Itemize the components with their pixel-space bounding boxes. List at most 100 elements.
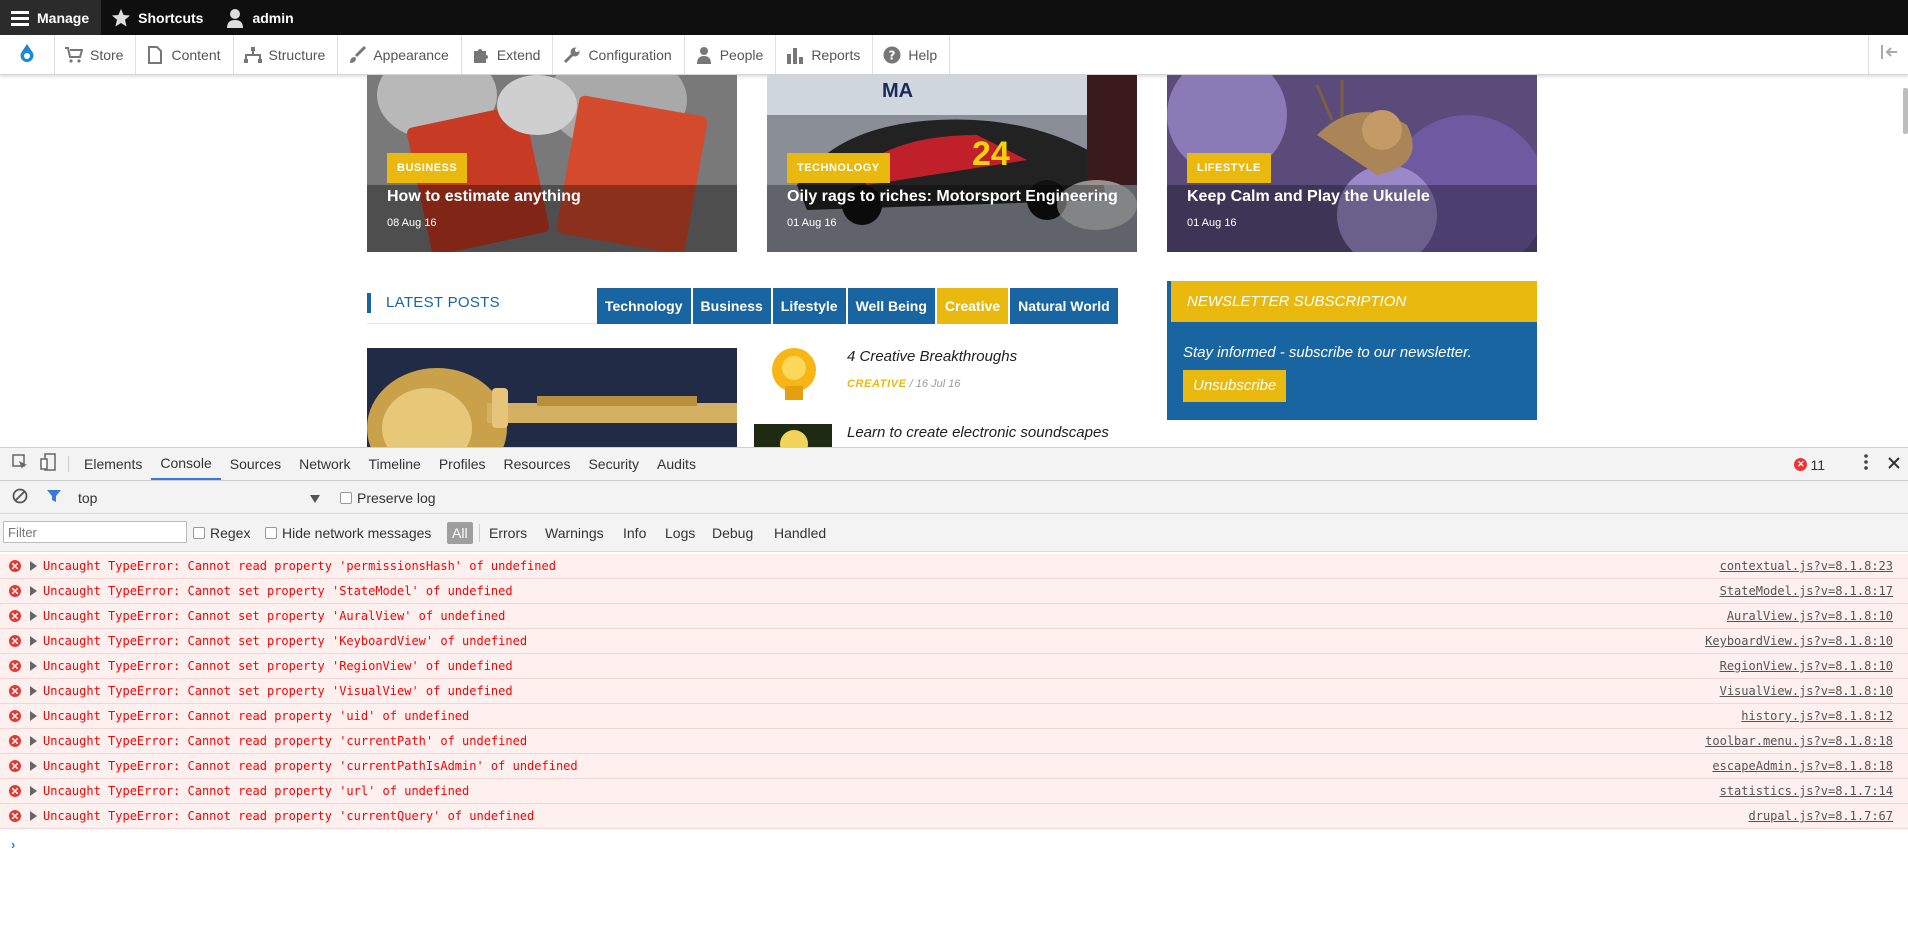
- level-info[interactable]: Info: [618, 522, 651, 544]
- manage-button[interactable]: Manage: [0, 0, 102, 35]
- error-source-link[interactable]: VisualView.js?v=8.1.8:10: [1720, 684, 1893, 698]
- post-title[interactable]: 4 Creative Breakthroughs: [847, 348, 1017, 365]
- drupal-home-button[interactable]: [0, 35, 55, 74]
- filter-input[interactable]: [3, 521, 187, 543]
- post-title[interactable]: Learn to create electronic soundscapes: [847, 424, 1109, 441]
- console-error-row[interactable]: Uncaught TypeError: Cannot read property…: [0, 554, 1908, 579]
- tab-creative[interactable]: Creative: [936, 288, 1009, 324]
- error-source-link[interactable]: StateModel.js?v=8.1.8:17: [1720, 584, 1893, 598]
- user-button[interactable]: admin: [215, 0, 305, 35]
- tray-item-people[interactable]: People: [685, 35, 777, 74]
- tab-audits[interactable]: Audits: [648, 448, 705, 480]
- console-error-row[interactable]: Uncaught TypeError: Cannot set property …: [0, 604, 1908, 629]
- post-thumbnail[interactable]: [754, 424, 832, 447]
- tab-profiles[interactable]: Profiles: [430, 448, 495, 480]
- card-badge[interactable]: TECHNOLOGY: [787, 153, 890, 183]
- console-error-row[interactable]: Uncaught TypeError: Cannot set property …: [0, 629, 1908, 654]
- list-item[interactable]: 4 Creative Breakthroughs CREATIVE / 16 J…: [754, 348, 1154, 408]
- error-source-link[interactable]: KeyboardView.js?v=8.1.8:10: [1705, 634, 1893, 648]
- list-item[interactable]: Learn to create electronic soundscapes: [754, 424, 1154, 447]
- error-source-link[interactable]: history.js?v=8.1.8:12: [1741, 709, 1893, 723]
- console-error-row[interactable]: Uncaught TypeError: Cannot read property…: [0, 754, 1908, 779]
- tray-item-store[interactable]: Store: [55, 35, 137, 74]
- device-mode-button[interactable]: [34, 448, 62, 480]
- console-error-row[interactable]: Uncaught TypeError: Cannot read property…: [0, 729, 1908, 754]
- error-source-link[interactable]: contextual.js?v=8.1.8:23: [1720, 559, 1893, 573]
- level-handled[interactable]: Handled: [769, 522, 831, 544]
- checkbox[interactable]: [265, 527, 277, 539]
- tab-security[interactable]: Security: [579, 448, 648, 480]
- level-debug[interactable]: Debug: [707, 522, 758, 544]
- console-error-row[interactable]: Uncaught TypeError: Cannot read property…: [0, 779, 1908, 804]
- card-lifestyle[interactable]: LIFESTYLE Keep Calm and Play the Ukulele…: [1167, 75, 1537, 252]
- page-scrollbar-thumb[interactable]: [1903, 88, 1908, 134]
- card-badge[interactable]: BUSINESS: [387, 153, 468, 183]
- expand-triangle-icon[interactable]: [30, 786, 37, 796]
- checkbox[interactable]: [193, 527, 205, 539]
- regex-checkbox[interactable]: Regex: [193, 514, 250, 552]
- error-source-link[interactable]: toolbar.menu.js?v=8.1.8:18: [1705, 734, 1893, 748]
- error-counter[interactable]: ✕ 11: [1794, 457, 1825, 473]
- error-source-link[interactable]: escapeAdmin.js?v=8.1.8:18: [1712, 759, 1893, 773]
- tab-natural-world[interactable]: Natural World: [1010, 288, 1118, 324]
- expand-triangle-icon[interactable]: [30, 761, 37, 771]
- tray-item-help[interactable]: ? Help: [873, 35, 951, 74]
- tray-item-extend[interactable]: Extend: [462, 35, 554, 74]
- tab-network[interactable]: Network: [290, 448, 359, 480]
- card-badge[interactable]: LIFESTYLE: [1187, 153, 1271, 183]
- tray-item-configuration[interactable]: Configuration: [553, 35, 685, 74]
- inspect-element-button[interactable]: [6, 448, 34, 480]
- tab-business[interactable]: Business: [692, 288, 771, 324]
- error-source-link[interactable]: AuralView.js?v=8.1.8:10: [1727, 609, 1893, 623]
- tab-well-being[interactable]: Well Being: [847, 288, 935, 324]
- tab-technology[interactable]: Technology: [597, 288, 691, 324]
- card-business[interactable]: BUSINESS How to estimate anything 08 Aug…: [367, 75, 737, 252]
- expand-triangle-icon[interactable]: [30, 636, 37, 646]
- clear-console-button[interactable]: [12, 481, 28, 514]
- tray-orientation-toggle[interactable]: [1868, 35, 1908, 74]
- console-prompt-row[interactable]: ›: [0, 829, 1908, 869]
- error-source-link[interactable]: statistics.js?v=8.1.7:14: [1720, 784, 1893, 798]
- tab-sources[interactable]: Sources: [221, 448, 290, 480]
- expand-triangle-icon[interactable]: [30, 686, 37, 696]
- level-all[interactable]: All: [447, 522, 473, 544]
- more-menu-button[interactable]: [1852, 454, 1880, 475]
- tray-item-content[interactable]: Content: [136, 35, 234, 74]
- expand-triangle-icon[interactable]: [30, 611, 37, 621]
- unsubscribe-button[interactable]: Unsubscribe: [1183, 370, 1287, 402]
- hide-network-checkbox[interactable]: Hide network messages: [265, 514, 431, 552]
- tab-lifestyle[interactable]: Lifestyle: [772, 288, 846, 324]
- console-prompt[interactable]: ›: [11, 837, 15, 852]
- expand-triangle-icon[interactable]: [30, 586, 37, 596]
- expand-triangle-icon[interactable]: [30, 661, 37, 671]
- tray-item-appearance[interactable]: Appearance: [338, 35, 462, 74]
- expand-triangle-icon[interactable]: [30, 736, 37, 746]
- error-source-link[interactable]: drupal.js?v=8.1.7:67: [1749, 809, 1894, 823]
- level-errors[interactable]: Errors: [484, 522, 532, 544]
- console-error-row[interactable]: Uncaught TypeError: Cannot read property…: [0, 704, 1908, 729]
- tray-item-reports[interactable]: Reports: [776, 35, 874, 74]
- expand-triangle-icon[interactable]: [30, 561, 37, 571]
- console-error-row[interactable]: Uncaught TypeError: Cannot set property …: [0, 679, 1908, 704]
- level-logs[interactable]: Logs: [660, 522, 700, 544]
- checkbox[interactable]: [340, 491, 352, 504]
- card-title[interactable]: Keep Calm and Play the Ukulele: [1187, 188, 1430, 206]
- featured-post-image[interactable]: [367, 348, 737, 447]
- level-warnings[interactable]: Warnings: [540, 522, 609, 544]
- console-error-row[interactable]: Uncaught TypeError: Cannot set property …: [0, 579, 1908, 604]
- console-error-row[interactable]: Uncaught TypeError: Cannot read property…: [0, 804, 1908, 829]
- card-title[interactable]: Oily rags to riches: Motorsport Engineer…: [787, 188, 1118, 206]
- post-thumbnail[interactable]: [754, 348, 834, 404]
- error-source-link[interactable]: RegionView.js?v=8.1.8:10: [1720, 659, 1893, 673]
- expand-triangle-icon[interactable]: [30, 711, 37, 721]
- close-devtools-button[interactable]: [1880, 456, 1908, 474]
- tab-resources[interactable]: Resources: [495, 448, 580, 480]
- tab-timeline[interactable]: Timeline: [359, 448, 429, 480]
- filter-toggle-button[interactable]: [46, 481, 62, 514]
- console-error-row[interactable]: Uncaught TypeError: Cannot set property …: [0, 654, 1908, 679]
- expand-triangle-icon[interactable]: [30, 811, 37, 821]
- context-select[interactable]: top: [78, 481, 328, 514]
- tab-console[interactable]: Console: [151, 448, 221, 480]
- shortcuts-button[interactable]: Shortcuts: [101, 0, 215, 35]
- tray-item-structure[interactable]: Structure: [234, 35, 339, 74]
